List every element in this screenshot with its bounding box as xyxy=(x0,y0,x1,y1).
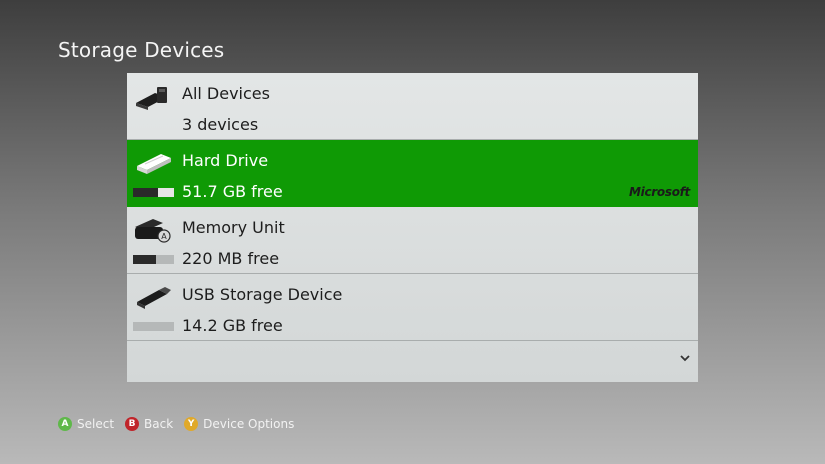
device-row-hard-drive[interactable]: Hard Drive 51.7 GB free Microsoft xyxy=(127,140,698,207)
hint-back[interactable]: B Back xyxy=(125,417,173,431)
hint-label: Back xyxy=(144,417,174,431)
a-button-icon: A xyxy=(58,417,72,431)
free-space: 14.2 GB free xyxy=(182,316,283,335)
hint-select[interactable]: A Select xyxy=(58,417,114,431)
b-button-icon: B xyxy=(125,417,140,431)
controller-hints: A Select B Back Y Device Options xyxy=(58,417,305,431)
device-row-usb-storage[interactable]: USB Storage Device 14.2 GB free xyxy=(127,274,698,341)
hard-drive-icon xyxy=(133,146,175,180)
hint-device-options[interactable]: Y Device Options xyxy=(184,417,294,431)
microsoft-logo: Microsoft xyxy=(629,185,690,199)
svg-text:A: A xyxy=(161,232,167,241)
device-list: All Devices 3 devices Hard Drive 51.7 GB… xyxy=(127,73,698,382)
capacity-bar xyxy=(133,322,174,331)
hint-label: Device Options xyxy=(203,417,295,431)
device-name: USB Storage Device xyxy=(182,285,343,304)
usb-drive-icon xyxy=(133,280,175,314)
all-devices-icon xyxy=(133,79,175,113)
page-title: Storage Devices xyxy=(58,38,225,62)
free-space: 220 MB free xyxy=(182,249,280,268)
device-name: Memory Unit xyxy=(182,218,285,237)
device-row-memory-unit[interactable]: A Memory Unit 220 MB free xyxy=(127,207,698,274)
y-button-icon: Y xyxy=(184,417,199,431)
memory-unit-icon: A xyxy=(133,213,175,247)
device-name: Hard Drive xyxy=(182,151,269,170)
hint-label: Select xyxy=(77,417,115,431)
device-row-all-devices[interactable]: All Devices 3 devices xyxy=(127,73,698,140)
device-name: All Devices xyxy=(182,84,270,103)
capacity-bar xyxy=(133,255,174,264)
capacity-bar xyxy=(133,188,174,197)
chevron-down-icon[interactable] xyxy=(678,348,692,362)
device-count: 3 devices xyxy=(182,115,259,134)
free-space: 51.7 GB free xyxy=(182,182,283,201)
